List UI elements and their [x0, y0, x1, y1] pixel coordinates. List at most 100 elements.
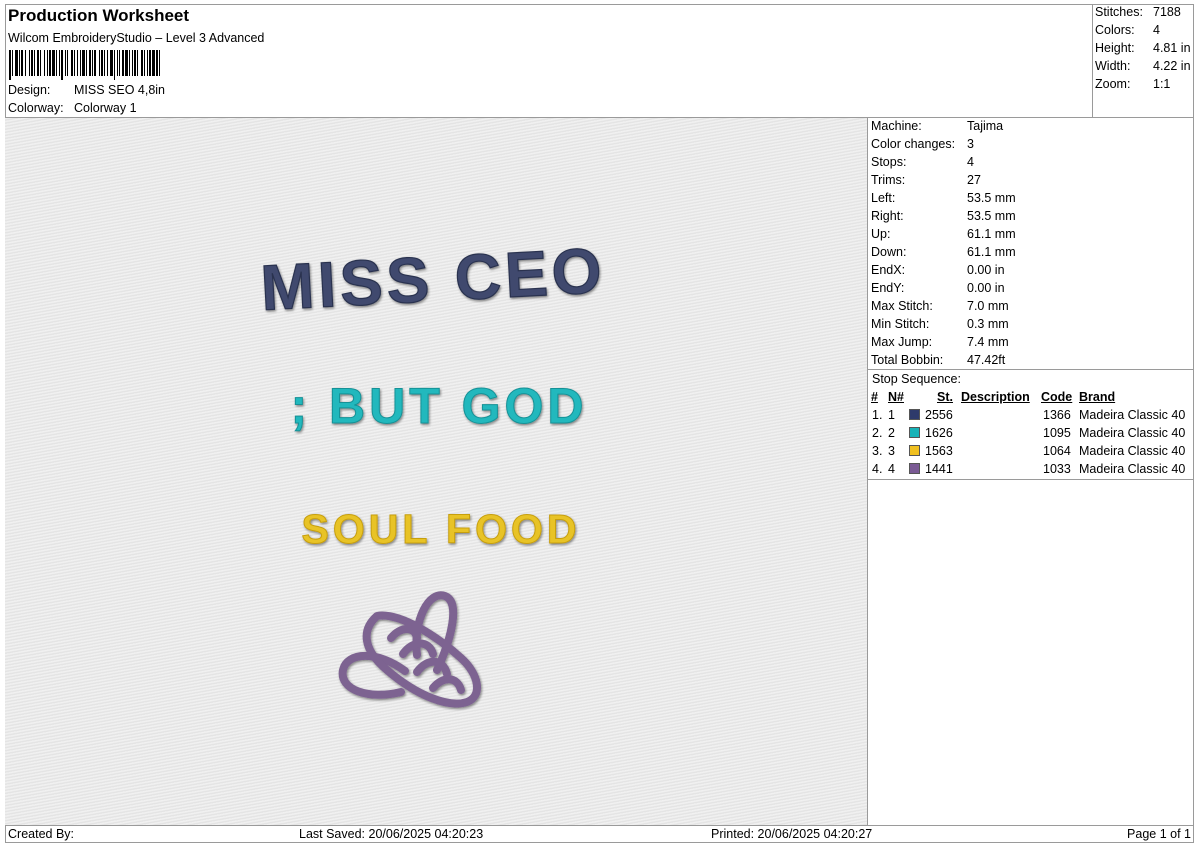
- stop-code: 1064: [1043, 444, 1071, 458]
- info-value: 0.00 in: [967, 263, 1005, 277]
- stop-brand: Madeira Classic 40: [1079, 462, 1186, 476]
- info-label: Stops:: [871, 155, 907, 169]
- barcode-bar: [40, 50, 41, 76]
- barcode-bar: [89, 50, 91, 76]
- stop-code: 1033: [1043, 462, 1071, 476]
- stat-row: Stitches: 7188: [1095, 5, 1181, 19]
- worksheet-footer: Created By: Last Saved: 20/06/2025 04:20…: [5, 825, 1194, 843]
- stop-brand: Madeira Classic 40: [1079, 444, 1186, 458]
- barcode: [9, 50, 160, 80]
- barcode-bar: [159, 50, 160, 76]
- colorway-value: Colorway 1: [74, 101, 137, 115]
- info-row: Max Stitch: 7.0 mm: [871, 299, 1009, 313]
- barcode-bar: [110, 50, 113, 76]
- stop-stitches: 1626: [925, 426, 953, 440]
- col-header-n: N#: [888, 390, 904, 404]
- info-row: Min Stitch: 0.3 mm: [871, 317, 1009, 331]
- barcode-bar: [80, 50, 81, 76]
- barcode-bar: [129, 50, 130, 76]
- info-value: 53.5 mm: [967, 191, 1016, 205]
- design-label: Design:: [8, 83, 51, 97]
- info-value: 61.1 mm: [967, 245, 1016, 259]
- barcode-bar: [65, 50, 66, 76]
- stop-num: 4.: [872, 462, 883, 476]
- stat-value: 4: [1153, 23, 1160, 37]
- barcode-bar: [82, 50, 85, 76]
- stat-row: Height: 4.81 in: [1095, 41, 1191, 55]
- info-label: Total Bobbin:: [871, 353, 944, 367]
- barcode-bar: [144, 50, 145, 76]
- color-swatch: [909, 409, 920, 420]
- barcode-bar: [101, 50, 103, 76]
- bee-icon: [338, 591, 481, 708]
- info-label: Max Jump:: [871, 335, 933, 349]
- info-value: Tajima: [967, 119, 1004, 133]
- barcode-bar: [107, 50, 108, 76]
- stat-value: 4.22 in: [1153, 59, 1191, 73]
- barcode-bar: [37, 50, 39, 76]
- info-label: Color changes:: [871, 137, 956, 151]
- info-label: Right:: [871, 209, 904, 223]
- design-row: Design: MISS SEO 4,8in: [8, 83, 165, 97]
- stat-row: Width: 4.22 in: [1095, 59, 1191, 73]
- col-header-st: St.: [937, 390, 953, 404]
- stop-num: 3.: [872, 444, 883, 458]
- info-value: 27: [967, 173, 981, 187]
- info-value: 0.3 mm: [967, 317, 1009, 331]
- info-label: Max Stitch:: [871, 299, 933, 313]
- barcode-bar: [61, 50, 63, 80]
- barcode-bar: [132, 50, 133, 76]
- stat-label: Height:: [1095, 41, 1135, 55]
- stat-value: 7188: [1153, 5, 1181, 19]
- info-row: Left: 53.5 mm: [871, 191, 1016, 205]
- divider: [868, 479, 1194, 480]
- barcode-bar: [94, 50, 96, 76]
- info-row: Down: 61.1 mm: [871, 245, 1016, 259]
- col-header-num: #: [871, 390, 878, 404]
- info-row: Machine: Tajima: [871, 119, 1003, 133]
- stat-label: Zoom:: [1095, 77, 1131, 91]
- barcode-bar: [47, 50, 48, 76]
- info-value: 61.1 mm: [967, 227, 1016, 241]
- info-label: EndX:: [871, 263, 906, 277]
- info-value: 4: [967, 155, 974, 169]
- colorway-label: Colorway:: [8, 101, 64, 115]
- last-saved: Last Saved: 20/06/2025 04:20:23: [299, 827, 484, 841]
- stat-value: 4.81 in: [1153, 41, 1191, 55]
- stop-stitches: 1563: [925, 444, 953, 458]
- barcode-bar: [104, 50, 105, 76]
- design-preview: MISS CEO ; BUT GOD SOUL FOOD: [5, 118, 868, 825]
- barcode-bar: [25, 50, 26, 76]
- barcode-bar: [152, 50, 155, 76]
- barcode-bar: [12, 50, 13, 76]
- info-row: Total Bobbin: 47.42ft: [871, 353, 1005, 367]
- color-swatch: [909, 463, 920, 474]
- stop-code: 1366: [1043, 408, 1071, 422]
- stat-value: 1:1: [1153, 77, 1171, 91]
- barcode-bar: [122, 50, 124, 76]
- design-value: MISS SEO 4,8in: [74, 83, 166, 97]
- info-row: EndX: 0.00 in: [871, 263, 1005, 277]
- info-label: Min Stitch:: [871, 317, 930, 331]
- barcode-bar: [125, 50, 128, 76]
- stop-n: 4: [888, 462, 895, 476]
- stat-row: Zoom: 1:1: [1095, 77, 1170, 91]
- info-row: EndY: 0.00 in: [871, 281, 1005, 295]
- barcode-bar: [99, 50, 100, 76]
- info-value: 0.00 in: [967, 281, 1005, 295]
- stat-label: Stitches:: [1095, 5, 1143, 19]
- barcode-bar: [149, 50, 151, 76]
- stat-label: Width:: [1095, 59, 1131, 73]
- stop-num: 2.: [872, 426, 883, 440]
- col-header-code: Code: [1041, 390, 1073, 404]
- info-row: Max Jump: 7.4 mm: [871, 335, 1009, 349]
- barcode-bar: [134, 50, 136, 76]
- divider: [868, 369, 1194, 370]
- stop-brand: Madeira Classic 40: [1079, 408, 1186, 422]
- info-row: Right: 53.5 mm: [871, 209, 1016, 223]
- barcode-bar: [31, 50, 33, 76]
- info-label: Left:: [871, 191, 896, 205]
- barcode-bar: [9, 50, 11, 80]
- barcode-bar: [74, 50, 75, 76]
- stop-stitches: 2556: [925, 408, 953, 422]
